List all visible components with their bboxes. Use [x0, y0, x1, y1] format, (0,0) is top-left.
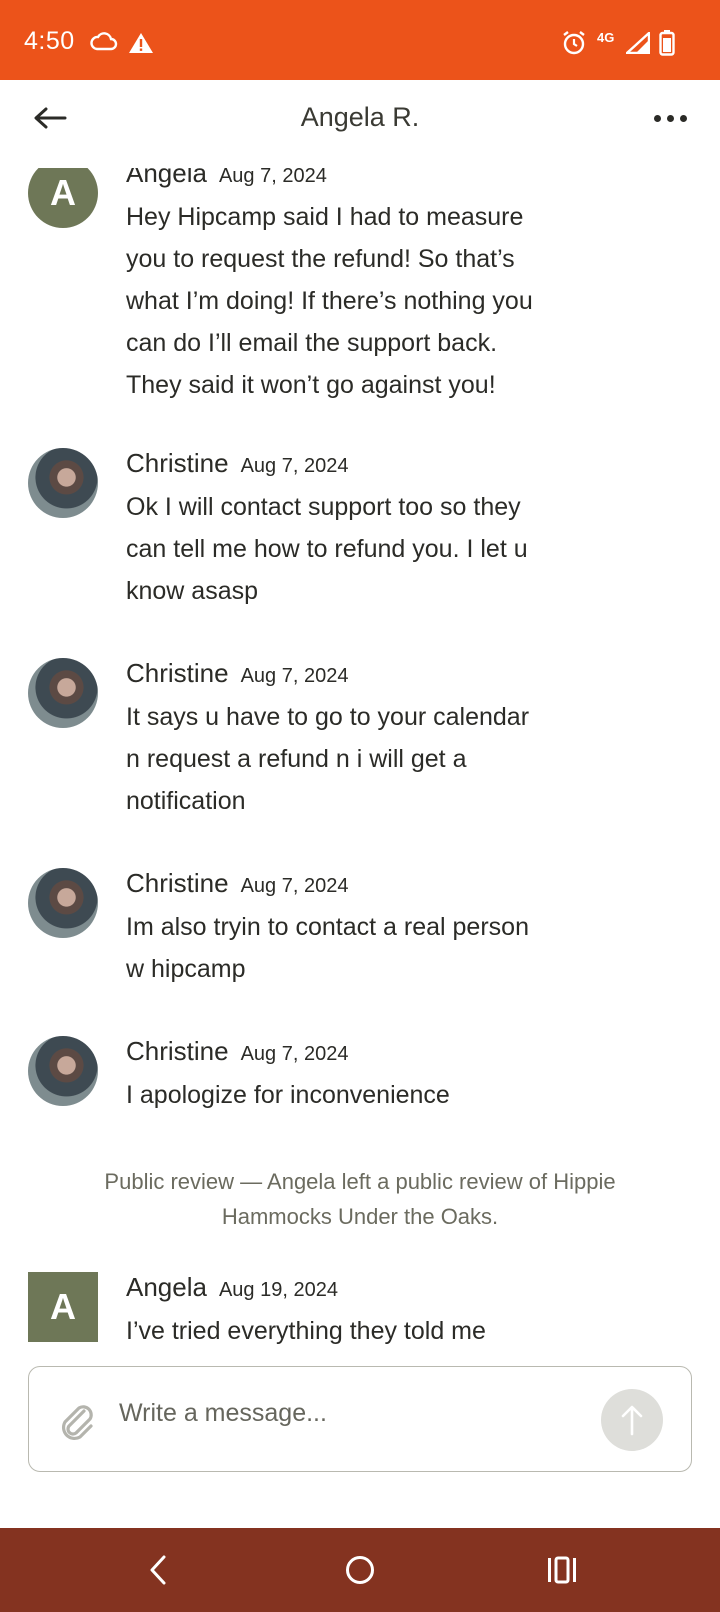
message-line: know asasp: [126, 577, 259, 605]
message-date: Aug 7, 2024: [240, 875, 349, 897]
battery-icon: [659, 30, 675, 61]
message-line: notification: [126, 787, 246, 815]
home-nav-icon: [346, 1556, 374, 1584]
attach-button[interactable]: [57, 1399, 97, 1441]
message-line: can do I’ll email the support back.: [126, 329, 498, 357]
message-line: what I’m doing! If there’s nothing you: [126, 287, 533, 315]
message-line: n request a refund n i will get a: [126, 745, 467, 773]
avatar[interactable]: [28, 448, 98, 518]
message-body: Im also tryin to contact a real person w…: [126, 906, 596, 990]
message-thread[interactable]: A Angela Aug 7, 2024 Hey Hipcamp said I h…: [0, 168, 720, 1352]
system-navigation-bar: [0, 1528, 720, 1612]
message-author: Christine: [126, 658, 229, 688]
warning-icon: [128, 32, 154, 59]
message-body: Ok I will contact support too so they ca…: [126, 486, 596, 612]
message-line: I’ve tried everything they told me: [126, 1317, 486, 1345]
cloud-icon: [90, 30, 118, 57]
message-input[interactable]: [119, 1393, 579, 1433]
status-time: 4:50: [24, 27, 75, 55]
avatar[interactable]: [28, 868, 98, 938]
message-author: Angela: [126, 168, 207, 188]
message-composer: [28, 1366, 692, 1472]
status-bar: 4:50 4G: [0, 0, 720, 80]
conversation-header: Angela R.: [0, 80, 720, 168]
back-nav-icon: [150, 1555, 166, 1585]
message-line: I apologize for inconvenience: [126, 1081, 450, 1109]
message-author: Christine: [126, 448, 229, 478]
message-header: Christine Aug 7, 2024: [126, 868, 348, 899]
message-header: Angela Aug 7, 2024: [126, 168, 327, 189]
message-author: Angela: [126, 1272, 207, 1302]
public-review-note-line: Hammocks Under the Oaks.: [221, 1204, 499, 1229]
avatar[interactable]: A: [28, 168, 98, 228]
message-body: Hey Hipcamp said I had to measure you to…: [126, 196, 596, 406]
message-date: Aug 19, 2024: [218, 1279, 338, 1301]
message-line: Hey Hipcamp said I had to measure: [126, 203, 524, 231]
message-line: w hipcamp: [126, 955, 246, 983]
message-author: Christine: [126, 868, 229, 898]
message-header: Christine Aug 7, 2024: [126, 448, 348, 479]
message-date: Aug 7, 2024: [218, 168, 327, 187]
paperclip-icon: [61, 1405, 93, 1441]
message-line: They said it won’t go against you!: [126, 371, 496, 399]
alarm-icon: [561, 30, 587, 61]
more-horizontal-icon: [653, 114, 661, 122]
avatar-initial: A: [50, 172, 76, 213]
message-line: It says u have to go to your calendar: [126, 703, 530, 731]
signal-icon: [623, 30, 651, 59]
nav-back-button[interactable]: [136, 1550, 180, 1590]
message-header: Angela Aug 19, 2024: [126, 1272, 338, 1303]
message-author: Christine: [126, 1036, 229, 1066]
avatar[interactable]: [28, 658, 98, 728]
avatar-initial: A: [50, 1286, 76, 1327]
nav-home-button[interactable]: [338, 1550, 382, 1590]
message-line: Ok I will contact support too so they: [126, 493, 521, 521]
message-body: I’ve tried everything they told me: [126, 1310, 596, 1352]
message-line: Im also tryin to contact a real person: [126, 913, 529, 941]
avatar[interactable]: [28, 1036, 98, 1106]
arrow-up-icon: [621, 1405, 643, 1436]
message-line: you to request the refund! So that’s: [126, 245, 515, 273]
message-date: Aug 7, 2024: [240, 665, 349, 687]
message-header: Christine Aug 7, 2024: [126, 1036, 348, 1067]
message-date: Aug 7, 2024: [240, 455, 349, 477]
recents-nav-icon: [548, 1556, 576, 1584]
public-review-note: Public review — Angela left a public rev…: [60, 1164, 660, 1234]
send-button[interactable]: [601, 1389, 663, 1451]
avatar[interactable]: A: [28, 1272, 98, 1342]
conversation-title: Angela R.: [300, 102, 420, 132]
message-line: can tell me how to refund you. I let u: [126, 535, 528, 563]
message-body: It says u have to go to your calendar n …: [126, 696, 596, 822]
message-header: Christine Aug 7, 2024: [126, 658, 348, 689]
message-body: I apologize for inconvenience: [126, 1074, 596, 1116]
message-date: Aug 7, 2024: [240, 1043, 349, 1065]
network-type-label: 4G: [597, 30, 615, 45]
public-review-note-line: Public review — Angela left a public rev…: [104, 1169, 616, 1194]
nav-recents-button[interactable]: [540, 1550, 584, 1590]
more-options-button[interactable]: [646, 96, 694, 140]
